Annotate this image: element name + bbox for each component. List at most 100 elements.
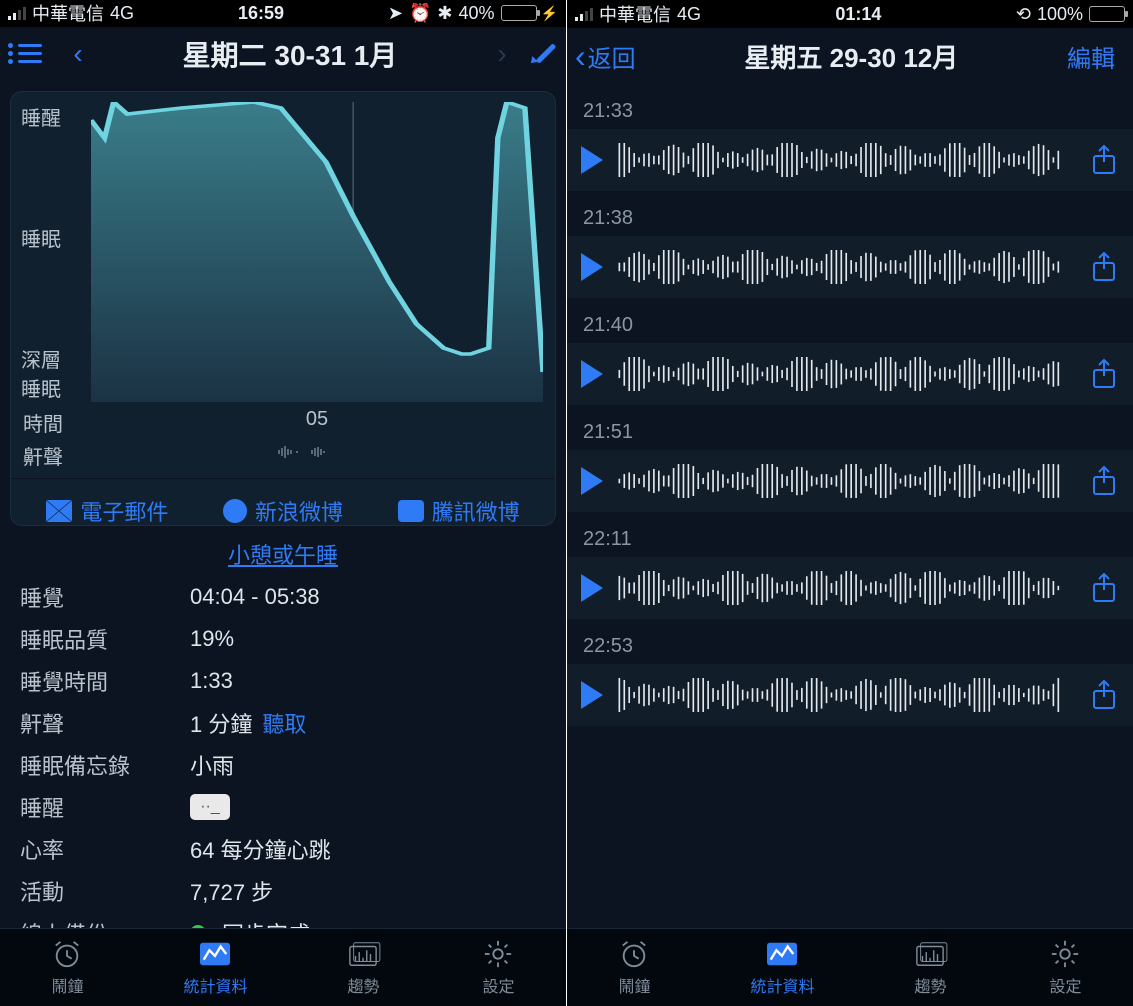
share-button[interactable] <box>1089 358 1119 390</box>
alarm-status-icon: ⏰ <box>409 3 431 24</box>
signal-bars-icon <box>575 8 593 21</box>
sleep-card: 睡醒 睡眠 深層 睡眠 時間 <box>10 91 556 526</box>
battery-pct: 40% <box>459 3 495 24</box>
carrier-label: 中華電信 <box>32 0 104 26</box>
network-label: 4G <box>110 3 134 24</box>
tab-settings-label: 設定 <box>1049 973 1081 997</box>
waveform-icon[interactable] <box>617 250 1075 284</box>
nap-link[interactable]: 小憩或午睡 <box>228 543 338 568</box>
tab-settings[interactable]: 設定 <box>479 939 517 997</box>
tab-stats[interactable]: 統計資料 <box>183 939 247 997</box>
status-time: 16:59 <box>238 3 284 24</box>
share-button[interactable] <box>1089 144 1119 176</box>
battery-icon <box>1089 6 1125 22</box>
recording-timestamp: 21:33 <box>567 90 1133 129</box>
status-bar: 中華電信 4G 01:14 ⟲ 100% <box>567 0 1133 28</box>
stats-icon <box>196 939 234 969</box>
ylabel-awake: 睡醒 <box>21 102 85 131</box>
tab-alarm[interactable]: 鬧鐘 <box>48 939 86 997</box>
play-button[interactable] <box>581 253 603 281</box>
share-button[interactable] <box>1089 251 1119 283</box>
share-tencent-button[interactable]: 騰訊微博 <box>398 495 520 526</box>
share-button[interactable] <box>1089 572 1119 604</box>
tab-stats[interactable]: 統計資料 <box>750 939 814 997</box>
tab-trends-label: 趨勢 <box>347 973 379 997</box>
snore-mini-row: 鼾聲 <box>11 437 555 478</box>
page-title: 星期五 29-30 12月 <box>636 38 1067 75</box>
recording-timestamp: 22:53 <box>567 625 1133 664</box>
share-email-label: 電子郵件 <box>80 495 168 526</box>
trends-icon <box>344 939 382 969</box>
ylabel-sleep: 睡眠 <box>21 223 85 252</box>
share-button[interactable] <box>1089 679 1119 711</box>
play-button[interactable] <box>581 360 603 388</box>
share-button[interactable] <box>1089 465 1119 497</box>
tab-settings[interactable]: 設定 <box>1046 939 1084 997</box>
next-day-button: › <box>482 38 522 70</box>
back-button[interactable]: ‹ 返回 <box>575 38 636 75</box>
sleep-chart: 睡醒 睡眠 深層 睡眠 <box>11 92 555 402</box>
prev-day-button[interactable]: ‹ <box>58 38 98 70</box>
chart-y-labels: 睡醒 睡眠 深層 睡眠 <box>21 102 85 402</box>
trends-icon <box>911 939 949 969</box>
mood-icon[interactable]: ··_ <box>190 794 230 820</box>
waveform-icon[interactable] <box>617 571 1075 605</box>
recording-row <box>567 664 1133 726</box>
share-email-button[interactable]: 電子郵件 <box>46 495 168 526</box>
tab-trends[interactable]: 趨勢 <box>344 939 382 997</box>
play-button[interactable] <box>581 574 603 602</box>
tencent-weibo-icon <box>398 500 424 522</box>
alarm-clock-icon <box>615 939 653 969</box>
waveform-icon[interactable] <box>617 143 1075 177</box>
recording-timestamp: 21:40 <box>567 304 1133 343</box>
tab-settings-label: 設定 <box>482 973 514 997</box>
signal-bars-icon <box>8 7 26 20</box>
stat-activity: 活動7,727 步 <box>20 870 546 912</box>
back-label: 返回 <box>588 39 636 74</box>
network-label: 4G <box>677 4 701 25</box>
recording-timestamp: 21:51 <box>567 411 1133 450</box>
location-icon: ➤ <box>388 3 403 24</box>
tab-stats-label: 統計資料 <box>183 973 247 997</box>
share-sina-button[interactable]: 新浪微博 <box>223 495 343 526</box>
recording-timestamp: 21:38 <box>567 197 1133 236</box>
tab-bar: 鬧鐘 統計資料 趨勢 設定 <box>0 928 566 1006</box>
chart-area <box>91 102 543 402</box>
play-button[interactable] <box>581 467 603 495</box>
stat-wake: 睡醒··_ <box>20 786 546 828</box>
nap-link-row: 小憩或午睡 <box>0 526 566 576</box>
tab-bar: 鬧鐘 統計資料 趨勢 設定 <box>567 928 1133 1006</box>
recording-row <box>567 557 1133 619</box>
battery-icon: ⚡ <box>501 5 558 22</box>
waveform-icon[interactable] <box>617 678 1075 712</box>
stat-quality: 睡眠品質19% <box>20 618 546 660</box>
left-phone: 中華電信 4G 16:59 ➤ ⏰ ✱ 40% ⚡ ‹ 星期二 30-31 1月… <box>0 0 566 1006</box>
waveform-icon[interactable] <box>617 464 1075 498</box>
tab-trends-label: 趨勢 <box>914 973 946 997</box>
listen-link[interactable]: 聽取 <box>262 707 306 739</box>
list-icon[interactable] <box>8 42 42 66</box>
snore-axis-label: 鼾聲 <box>23 441 91 470</box>
tab-trends[interactable]: 趨勢 <box>911 939 949 997</box>
play-button[interactable] <box>581 146 603 174</box>
chart-x-axis: 時間 05 <box>11 402 555 437</box>
waveform-icon[interactable] <box>617 357 1075 391</box>
status-bar: 中華電信 4G 16:59 ➤ ⏰ ✱ 40% ⚡ <box>0 0 566 27</box>
stat-sleep: 睡覺04:04 - 05:38 <box>20 576 546 618</box>
edit-icon[interactable] <box>532 41 558 67</box>
gear-icon <box>479 939 517 969</box>
battery-pct: 100% <box>1037 4 1083 25</box>
orientation-lock-icon: ⟲ <box>1016 4 1031 25</box>
recording-row <box>567 450 1133 512</box>
stat-snore: 鼾聲1 分鐘聽取 <box>20 702 546 744</box>
recording-row <box>567 343 1133 405</box>
xaxis-tick: 05 <box>91 408 543 437</box>
recordings-list[interactable]: 21:33 21:38 21:40 21:51 22:11 22:53 <box>567 84 1133 816</box>
bluetooth-icon: ✱ <box>437 3 452 24</box>
page-title: 星期二 30-31 1月 <box>98 34 482 74</box>
tab-alarm[interactable]: 鬧鐘 <box>615 939 653 997</box>
tab-alarm-label: 鬧鐘 <box>51 973 83 997</box>
chevron-left-icon: ‹ <box>575 38 586 75</box>
edit-button[interactable]: 編輯 <box>1067 39 1125 74</box>
play-button[interactable] <box>581 681 603 709</box>
